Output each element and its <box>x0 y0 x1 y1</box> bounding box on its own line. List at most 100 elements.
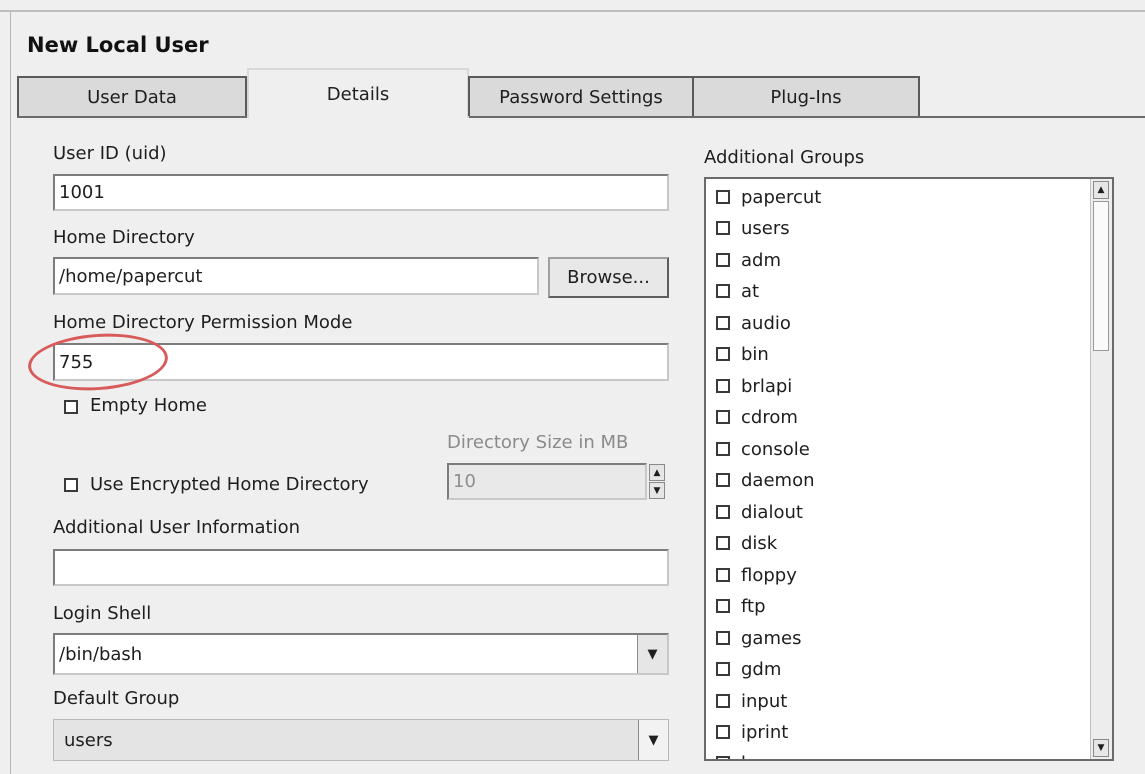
directory-size-spinner[interactable]: ▲ ▼ <box>647 463 667 500</box>
tab-plug-ins[interactable]: Plug-Ins <box>692 76 920 116</box>
group-item-input[interactable]: input <box>716 689 787 713</box>
group-item-adm[interactable]: adm <box>716 248 781 272</box>
default-group-value: users <box>64 729 113 751</box>
groups-scrollbar[interactable]: ▲ ▼ <box>1090 179 1112 759</box>
group-label: games <box>741 627 802 649</box>
tab-password-settings[interactable]: Password Settings <box>468 76 694 116</box>
group-label: users <box>741 217 790 239</box>
group-checkbox[interactable] <box>716 347 730 361</box>
group-label: dialout <box>741 501 803 523</box>
home-directory-label: Home Directory <box>53 227 195 248</box>
dropdown-arrow-icon[interactable]: ▼ <box>638 720 668 760</box>
group-item-audio[interactable]: audio <box>716 311 791 335</box>
browse-button-label: Browse... <box>567 267 650 288</box>
group-checkbox[interactable] <box>716 599 730 613</box>
permission-mode-label: Home Directory Permission Mode <box>53 312 353 333</box>
user-id-input[interactable]: 1001 <box>53 174 669 211</box>
group-label: kmem <box>741 753 798 760</box>
group-item-gdm[interactable]: gdm <box>716 657 781 681</box>
group-label: bin <box>741 343 769 365</box>
user-id-label: User ID (uid) <box>53 143 167 164</box>
window-frame-top <box>0 10 1145 12</box>
spin-down-icon[interactable]: ▼ <box>649 482 665 499</box>
group-item-brlapi[interactable]: brlapi <box>716 374 792 398</box>
group-checkbox[interactable] <box>716 284 730 298</box>
group-checkbox[interactable] <box>716 442 730 456</box>
group-checkbox[interactable] <box>716 190 730 204</box>
group-label: disk <box>741 532 778 554</box>
dialog-title: New Local User <box>27 33 209 57</box>
group-item-bin[interactable]: bin <box>716 342 769 366</box>
group-checkbox[interactable] <box>716 662 730 676</box>
dropdown-arrow-icon[interactable]: ▼ <box>637 635 667 673</box>
group-label: iprint <box>741 721 789 743</box>
group-checkbox[interactable] <box>716 505 730 519</box>
group-label: floppy <box>741 564 797 586</box>
group-checkbox[interactable] <box>716 379 730 393</box>
additional-info-label: Additional User Information <box>53 517 301 538</box>
group-item-dialout[interactable]: dialout <box>716 500 803 524</box>
annotation-highlight-circle <box>26 329 170 395</box>
tab-user-data[interactable]: User Data <box>17 76 247 116</box>
additional-groups-list[interactable]: papercut users adm at audio bin brlapi c… <box>704 177 1114 761</box>
encrypted-home-checkbox[interactable] <box>64 478 78 492</box>
group-label: cdrom <box>741 406 798 428</box>
group-checkbox[interactable] <box>716 568 730 582</box>
additional-info-input[interactable] <box>53 549 669 586</box>
login-shell-select[interactable]: /bin/bash ▼ <box>53 633 669 675</box>
group-checkbox[interactable] <box>716 253 730 267</box>
group-label: papercut <box>741 186 822 208</box>
tab-plug-ins-label: Plug-Ins <box>770 86 842 108</box>
tab-baseline-right <box>468 116 1145 118</box>
group-item-users[interactable]: users <box>716 216 790 240</box>
group-item-floppy[interactable]: floppy <box>716 563 797 587</box>
group-item-daemon[interactable]: daemon <box>716 468 815 492</box>
group-label: adm <box>741 249 781 271</box>
empty-home-checkbox[interactable] <box>64 400 78 414</box>
group-label: console <box>741 438 810 460</box>
group-item-games[interactable]: games <box>716 626 801 650</box>
login-shell-value: /bin/bash <box>59 643 143 665</box>
scrollbar-thumb[interactable] <box>1093 201 1109 351</box>
spin-up-icon[interactable]: ▲ <box>649 464 665 481</box>
tab-password-settings-label: Password Settings <box>499 86 663 108</box>
window-frame-left <box>10 12 11 774</box>
group-label: audio <box>741 312 791 334</box>
group-checkbox[interactable] <box>716 536 730 550</box>
group-checkbox[interactable] <box>716 221 730 235</box>
group-checkbox[interactable] <box>716 410 730 424</box>
group-item-disk[interactable]: disk <box>716 531 777 555</box>
group-item-ftp[interactable]: ftp <box>716 594 766 618</box>
default-group-label: Default Group <box>53 688 180 709</box>
group-label: at <box>741 280 760 302</box>
additional-groups-label: Additional Groups <box>704 147 865 168</box>
group-label: brlapi <box>741 375 793 397</box>
tab-baseline-left <box>17 116 247 118</box>
group-checkbox[interactable] <box>716 725 730 739</box>
group-label: input <box>741 690 788 712</box>
directory-size-label: Directory Size in MB <box>447 432 629 453</box>
tab-user-data-label: User Data <box>87 86 177 108</box>
group-item-cdrom[interactable]: cdrom <box>716 405 798 429</box>
group-checkbox[interactable] <box>716 631 730 645</box>
group-label: ftp <box>741 595 766 617</box>
scroll-down-icon[interactable]: ▼ <box>1093 739 1109 757</box>
tab-details[interactable]: Details <box>247 68 469 118</box>
encrypted-home-label: Use Encrypted Home Directory <box>90 474 369 495</box>
group-checkbox[interactable] <box>716 473 730 487</box>
group-checkbox[interactable] <box>716 316 730 330</box>
group-item-kmem[interactable]: kmem <box>716 751 798 760</box>
tab-details-label: Details <box>326 83 390 105</box>
group-item-at[interactable]: at <box>716 279 759 303</box>
group-item-iprint[interactable]: iprint <box>716 720 788 744</box>
group-item-console[interactable]: console <box>716 437 810 461</box>
empty-home-label: Empty Home <box>90 395 207 416</box>
group-checkbox[interactable] <box>716 694 730 708</box>
browse-button[interactable]: Browse... <box>548 257 669 298</box>
group-item-papercut[interactable]: papercut <box>716 185 821 209</box>
scroll-up-icon[interactable]: ▲ <box>1093 181 1109 199</box>
directory-size-input[interactable]: 10 <box>447 463 647 500</box>
default-group-select[interactable]: users ▼ <box>53 719 669 761</box>
group-checkbox[interactable] <box>716 756 730 759</box>
home-directory-input[interactable]: /home/papercut <box>53 257 539 295</box>
